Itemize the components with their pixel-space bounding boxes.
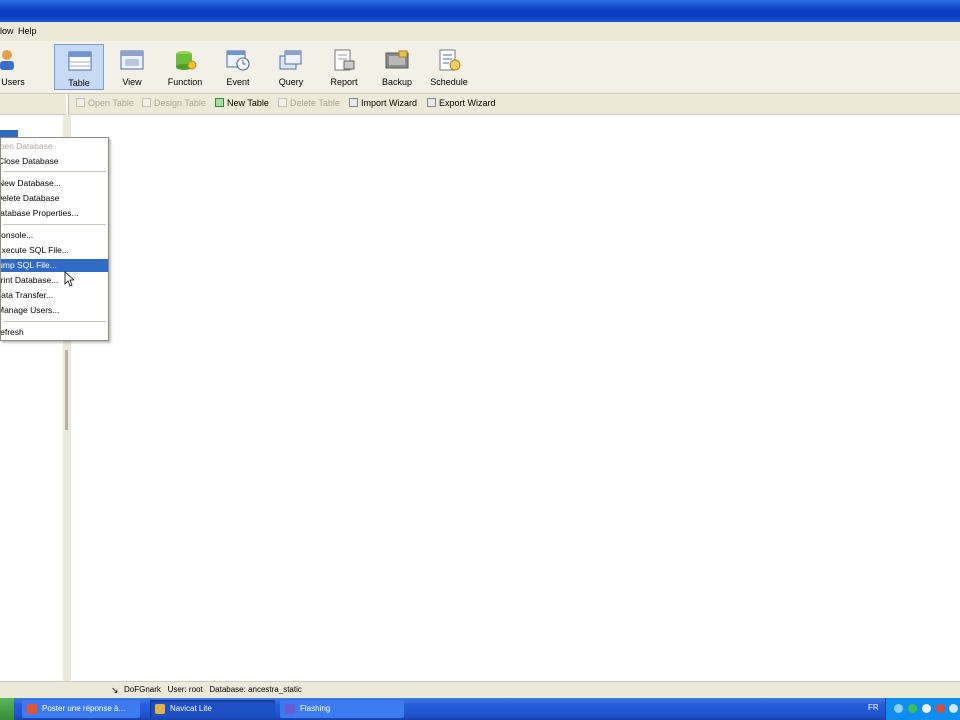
menu-item-close-database[interactable]: Close Database bbox=[1, 155, 108, 168]
menu-item-database-properties[interactable]: Database Properties... bbox=[1, 207, 108, 220]
delete-table-button[interactable]: Delete Table bbox=[278, 98, 340, 110]
import-wizard-button[interactable]: Import Wizard bbox=[349, 98, 417, 110]
toolbar-table-button[interactable]: Table bbox=[54, 44, 104, 90]
taskbar-item-label: Flashing bbox=[300, 704, 331, 713]
toolbar-view-button[interactable]: View bbox=[107, 44, 157, 90]
mouse-cursor-icon bbox=[64, 271, 74, 287]
schedule-icon bbox=[439, 49, 461, 71]
menu-item-refresh[interactable]: Refresh bbox=[1, 326, 108, 339]
report-icon bbox=[334, 49, 355, 71]
design-table-button[interactable]: Design Table bbox=[142, 98, 206, 110]
menu-item-dump-sql-file[interactable]: Dump SQL File... bbox=[1, 259, 108, 272]
new-table-icon bbox=[215, 98, 224, 107]
menu-item-print-database[interactable]: Print Database... bbox=[1, 274, 108, 287]
toolbar-report-button[interactable]: Report bbox=[319, 44, 369, 90]
toolbar-query-label: Query bbox=[278, 77, 304, 87]
tray-clock-icon[interactable] bbox=[949, 704, 958, 713]
delete-table-icon bbox=[278, 98, 287, 107]
menu-item-open-database[interactable]: Open Database bbox=[1, 140, 108, 153]
toolbar-backup-label: Backup bbox=[381, 77, 413, 87]
design-table-icon bbox=[142, 98, 151, 107]
toolbar-event-button[interactable]: Event bbox=[213, 44, 263, 90]
toolbar-schedule-label: Schedule bbox=[430, 77, 468, 87]
flashing-icon bbox=[285, 704, 295, 714]
export-wizard-label: Export Wizard bbox=[439, 98, 496, 108]
users-icon bbox=[0, 50, 14, 70]
menu-item-console[interactable]: Console... bbox=[1, 229, 108, 242]
import-wizard-label: Import Wizard bbox=[361, 98, 418, 108]
toolbar-view-label: View bbox=[122, 77, 142, 87]
toolbar-schedule-button[interactable]: Schedule bbox=[424, 44, 474, 90]
toolbar-function-label: Function bbox=[167, 77, 203, 87]
title-bar[interactable] bbox=[0, 0, 960, 22]
toolbar-backup-button[interactable]: Backup bbox=[372, 44, 422, 90]
tray-volume-icon[interactable] bbox=[922, 704, 931, 713]
status-text: DoFGnark User: root Database: ancestra_s… bbox=[124, 685, 302, 694]
backup-icon bbox=[385, 50, 409, 69]
menu-help[interactable]: Help bbox=[18, 26, 37, 36]
menu-item-data-transfer[interactable]: Data Transfer... bbox=[1, 289, 108, 302]
taskbar-item-navicat[interactable]: Navicat Lite bbox=[150, 700, 275, 718]
new-table-label: New Table bbox=[227, 98, 269, 108]
tray-security-icon[interactable] bbox=[908, 704, 917, 713]
menu-item-new-database[interactable]: New Database... bbox=[1, 177, 108, 190]
taskbar-item-flashing[interactable]: Flashing bbox=[280, 700, 404, 718]
menu-separator bbox=[3, 224, 106, 225]
query-icon bbox=[279, 50, 302, 70]
table-icon bbox=[68, 51, 92, 71]
taskbar-item-label: Navicat Lite bbox=[170, 704, 212, 713]
object-list-area[interactable] bbox=[71, 115, 960, 681]
toolbar-users-label: Users bbox=[1, 77, 25, 87]
toolbar-query-button[interactable]: Query bbox=[266, 44, 316, 90]
navicat-window: low Help Users Table View Function Event… bbox=[0, 0, 960, 720]
import-wizard-icon bbox=[349, 98, 358, 107]
menu-separator bbox=[3, 171, 106, 172]
menu-separator bbox=[3, 321, 106, 322]
splitter-grip[interactable] bbox=[65, 350, 68, 430]
delete-table-label: Delete Table bbox=[290, 98, 340, 108]
toolbar-event-label: Event bbox=[226, 77, 250, 87]
windows-taskbar: Poster une réponse à... Navicat Lite Fla… bbox=[0, 698, 960, 720]
browser-icon bbox=[27, 704, 37, 714]
toolbar-report-label: Report bbox=[330, 77, 358, 87]
toolbar-function-button[interactable]: Function bbox=[160, 44, 210, 90]
export-wizard-icon bbox=[427, 98, 436, 107]
start-button[interactable] bbox=[0, 698, 14, 720]
connection-tree-header bbox=[0, 94, 66, 115]
new-table-button[interactable]: New Table bbox=[215, 98, 269, 110]
menu-window[interactable]: low bbox=[0, 26, 14, 36]
object-toolbar: Open Table Design Table New Table Delete… bbox=[70, 94, 960, 115]
tray-network-icon[interactable] bbox=[894, 704, 903, 713]
view-icon bbox=[120, 50, 144, 70]
event-icon bbox=[226, 50, 250, 71]
export-wizard-button[interactable]: Export Wizard bbox=[427, 98, 496, 110]
status-user: User: root bbox=[167, 685, 203, 694]
open-table-label: Open Table bbox=[88, 98, 134, 108]
main-toolbar: Users Table View Function Event Query Re… bbox=[0, 41, 960, 94]
database-context-menu: Open Database Close Database New Databas… bbox=[0, 137, 109, 341]
status-database: Database: ancestra_static bbox=[209, 685, 302, 694]
menu-item-execute-sql-file[interactable]: Execute SQL File... bbox=[1, 244, 108, 257]
system-tray bbox=[885, 698, 960, 720]
menu-bar: low Help bbox=[0, 22, 960, 42]
status-connection: DoFGnark bbox=[124, 685, 161, 694]
design-table-label: Design Table bbox=[154, 98, 206, 108]
tray-alert-icon[interactable] bbox=[936, 704, 945, 713]
open-table-button[interactable]: Open Table bbox=[76, 98, 134, 110]
status-bar: ↘ DoFGnark User: root Database: ancestra… bbox=[0, 681, 960, 699]
taskbar-item-label: Poster une réponse à... bbox=[42, 704, 126, 713]
menu-item-manage-users[interactable]: Manage Users... bbox=[1, 304, 108, 317]
function-icon bbox=[176, 51, 197, 70]
menu-item-delete-database[interactable]: Delete Database bbox=[1, 192, 108, 205]
taskbar-item-browser[interactable]: Poster une réponse à... bbox=[22, 700, 140, 718]
open-table-icon bbox=[76, 98, 85, 107]
connection-status-icon: ↘ bbox=[111, 685, 119, 695]
toolbar-table-label: Table bbox=[68, 78, 90, 88]
toolbar-users-button[interactable]: Users bbox=[0, 44, 28, 90]
navicat-icon bbox=[155, 704, 165, 714]
language-indicator[interactable]: FR bbox=[868, 703, 879, 712]
